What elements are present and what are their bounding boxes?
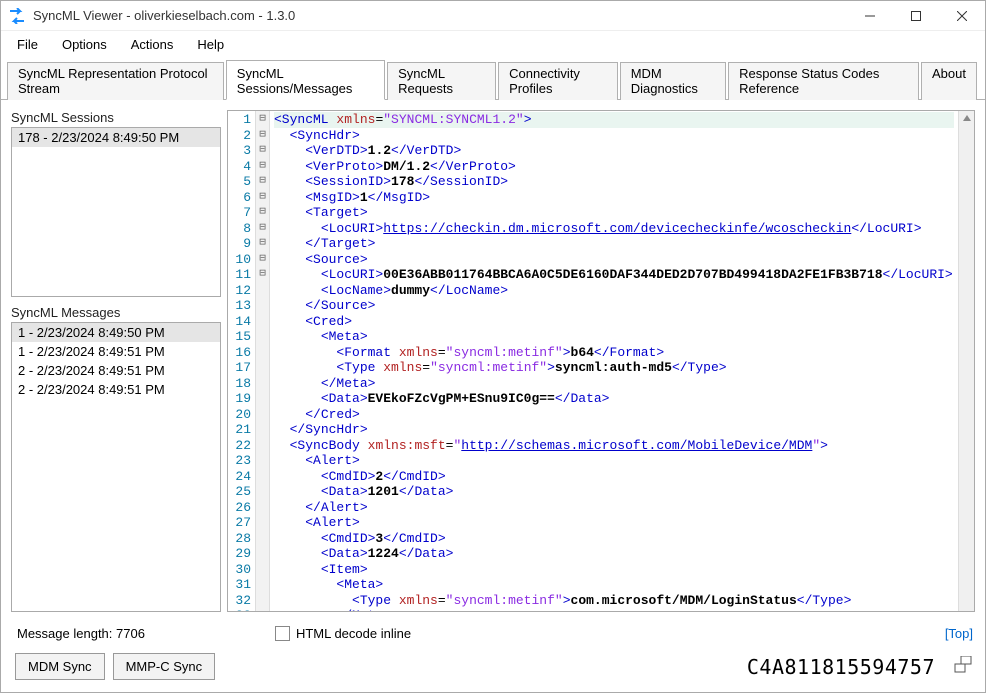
menubar: File Options Actions Help: [1, 31, 985, 57]
tab-diagnostics[interactable]: MDM Diagnostics: [620, 62, 726, 100]
menu-actions[interactable]: Actions: [121, 35, 184, 54]
message-item[interactable]: 1 - 2/23/2024 8:49:50 PM: [12, 323, 220, 342]
message-item[interactable]: 1 - 2/23/2024 8:49:51 PM: [12, 342, 220, 361]
menu-file[interactable]: File: [7, 35, 48, 54]
fold-gutter[interactable]: ⊟⊟⊟⊟⊟⊟⊟⊟⊟⊟⊟: [256, 111, 270, 611]
minimize-button[interactable]: [847, 1, 893, 30]
button-row: MDM Sync MMP-C Sync C4A811815594757: [1, 647, 985, 692]
code-body[interactable]: <SyncML xmlns="SYNCML:SYNCML1.2"> <SyncH…: [270, 111, 958, 611]
window-controls: [847, 1, 985, 30]
code-viewer[interactable]: 1234567891011121314151617181920212223242…: [227, 110, 975, 612]
html-decode-checkbox[interactable]: [275, 626, 290, 641]
messages-label: SyncML Messages: [11, 305, 221, 320]
sessions-label: SyncML Sessions: [11, 110, 221, 125]
tab-requests[interactable]: SyncML Requests: [387, 62, 496, 100]
tab-connectivity[interactable]: Connectivity Profiles: [498, 62, 618, 100]
tab-protocol-stream[interactable]: SyncML Representation Protocol Stream: [7, 62, 224, 100]
window-title: SyncML Viewer - oliverkieselbach.com - 1…: [33, 8, 847, 23]
status-row: Message length: 7706 HTML decode inline …: [1, 622, 985, 647]
titlebar: SyncML Viewer - oliverkieselbach.com - 1…: [1, 1, 985, 31]
menu-help[interactable]: Help: [187, 35, 234, 54]
message-item[interactable]: 2 - 2/23/2024 8:49:51 PM: [12, 361, 220, 380]
messages-listbox[interactable]: 1 - 2/23/2024 8:49:50 PM 1 - 2/23/2024 8…: [11, 322, 221, 612]
mdm-sync-button[interactable]: MDM Sync: [15, 653, 105, 680]
message-length-label: Message length: 7706: [17, 626, 145, 641]
tab-sessions-messages[interactable]: SyncML Sessions/Messages: [226, 60, 385, 100]
main-content: SyncML Sessions 178 - 2/23/2024 8:49:50 …: [1, 100, 985, 622]
html-decode-label: HTML decode inline: [296, 626, 411, 641]
left-column: SyncML Sessions 178 - 2/23/2024 8:49:50 …: [11, 110, 221, 612]
menu-options[interactable]: Options: [52, 35, 117, 54]
tabstrip: SyncML Representation Protocol Stream Sy…: [1, 57, 985, 100]
device-id: C4A811815594757: [747, 655, 935, 679]
line-gutter: 1234567891011121314151617181920212223242…: [228, 111, 256, 611]
app-icon: [9, 8, 25, 24]
sessions-listbox[interactable]: 178 - 2/23/2024 8:49:50 PM: [11, 127, 221, 297]
top-link[interactable]: [Top]: [945, 626, 973, 641]
tab-about[interactable]: About: [921, 62, 977, 100]
tab-status-codes[interactable]: Response Status Codes Reference: [728, 62, 919, 100]
maximize-button[interactable]: [893, 1, 939, 30]
vertical-scrollbar[interactable]: [958, 111, 974, 611]
network-icon: [953, 656, 973, 677]
mmpc-sync-button[interactable]: MMP-C Sync: [113, 653, 216, 680]
close-button[interactable]: [939, 1, 985, 30]
session-item[interactable]: 178 - 2/23/2024 8:49:50 PM: [12, 128, 220, 147]
message-item[interactable]: 2 - 2/23/2024 8:49:51 PM: [12, 380, 220, 399]
